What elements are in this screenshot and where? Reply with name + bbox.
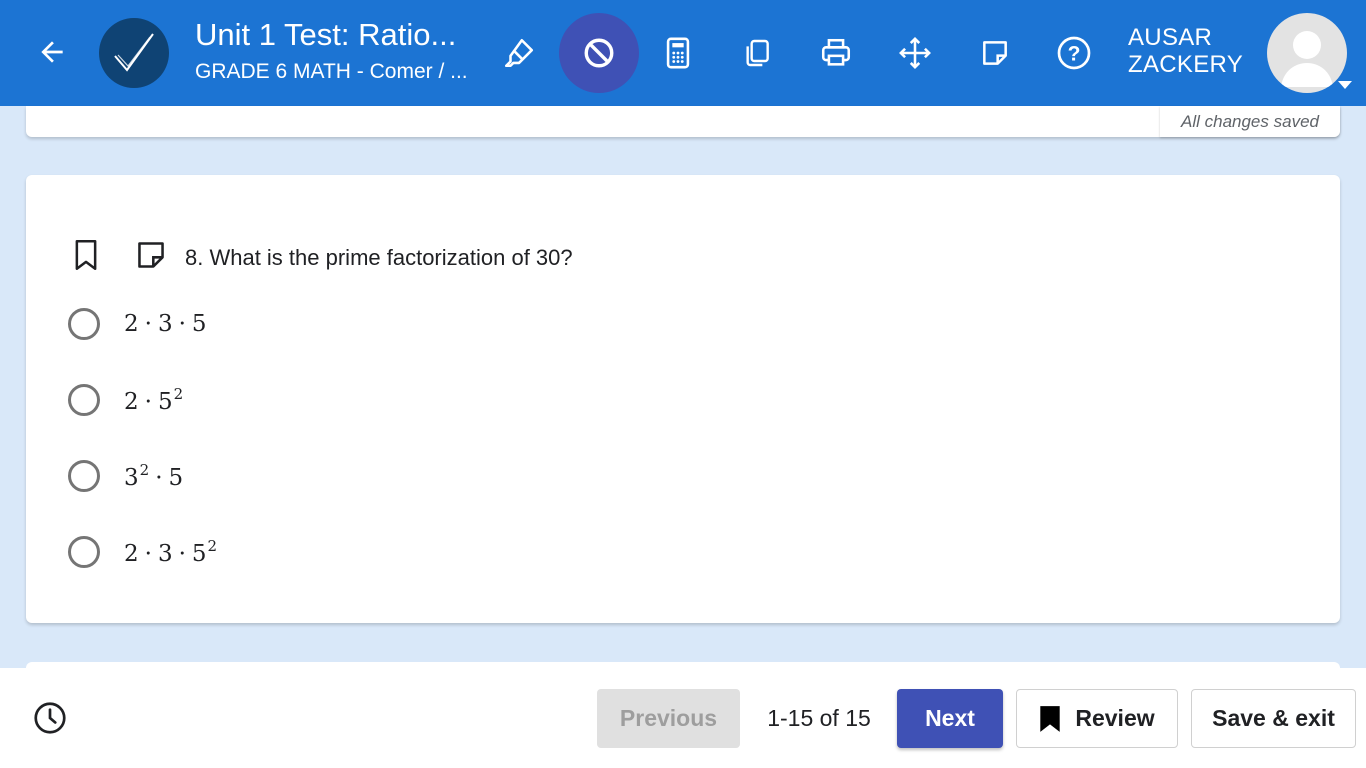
- highlighter-icon: [504, 38, 534, 68]
- save-exit-button[interactable]: Save & exit: [1191, 689, 1356, 748]
- radio-button[interactable]: [68, 384, 100, 416]
- print-icon: [821, 38, 851, 66]
- review-button[interactable]: Review: [1016, 689, 1178, 748]
- bottom-bar: Previous 1-15 of 15 Next Review Save & e…: [0, 668, 1366, 768]
- copy-button[interactable]: [724, 20, 790, 86]
- previous-button[interactable]: Previous: [597, 689, 740, 748]
- option-expression: 2 · 3 · 5: [124, 311, 207, 337]
- test-subtitle: GRADE 6 MATH - Comer / ...: [195, 60, 468, 83]
- help-icon: ?: [1057, 36, 1091, 70]
- help-button[interactable]: ?: [1041, 20, 1107, 86]
- highlighter-button[interactable]: [486, 20, 552, 86]
- test-title-block: Unit 1 Test: Ratio... GRADE 6 MATH - Com…: [195, 16, 485, 86]
- question-text: 8. What is the prime factorization of 30…: [185, 245, 573, 270]
- bookmark-filled-icon: [1040, 705, 1061, 732]
- bookmark-icon[interactable]: [72, 239, 100, 271]
- option-expression: 2 · 3 · 52: [124, 537, 218, 567]
- answer-option-3[interactable]: 32 · 5: [68, 456, 668, 496]
- option-expression: 32 · 5: [124, 461, 184, 491]
- answer-option-1[interactable]: 2 · 3 · 5: [68, 304, 668, 344]
- answer-option-4[interactable]: 2 · 3 · 52: [68, 532, 668, 572]
- user-avatar-icon: [1281, 31, 1333, 87]
- answer-eliminator-icon: [584, 38, 614, 68]
- move-icon: [899, 37, 931, 69]
- user-last-name: ZACKERY: [1128, 51, 1244, 78]
- save-status: All changes saved: [1160, 106, 1340, 137]
- question-card: 8. What is the prime factorization of 30…: [26, 175, 1340, 623]
- next-button[interactable]: Next: [897, 689, 1003, 748]
- checkmark-icon: [114, 33, 154, 72]
- note-icon[interactable]: [136, 241, 166, 269]
- sticky-note-icon: [983, 41, 1007, 65]
- option-expression: 2 · 52: [124, 385, 184, 415]
- radio-button[interactable]: [68, 308, 100, 340]
- test-title: Unit 1 Test: Ratio...: [195, 17, 457, 52]
- answer-option-2[interactable]: 2 · 52: [68, 380, 668, 420]
- page-count: 1-15 of 15: [767, 705, 871, 731]
- print-button[interactable]: [803, 20, 869, 86]
- review-label: Review: [1075, 705, 1155, 731]
- move-button[interactable]: [882, 20, 948, 86]
- back-arrow-icon[interactable]: [32, 32, 72, 72]
- radio-button[interactable]: [68, 536, 100, 568]
- top-bar: Unit 1 Test: Ratio... GRADE 6 MATH - Com…: [0, 0, 1366, 106]
- radio-button[interactable]: [68, 460, 100, 492]
- avatar[interactable]: [1267, 13, 1347, 93]
- user-name: AUSAR ZACKERY: [1128, 24, 1243, 78]
- account-menu-caret-icon[interactable]: [1338, 81, 1352, 89]
- sticky-note-button[interactable]: [962, 20, 1028, 86]
- svg-text:?: ?: [1068, 43, 1081, 66]
- app-logo: [99, 18, 169, 88]
- calculator-icon: [666, 37, 690, 69]
- previous-question-card: All changes saved: [26, 106, 1340, 137]
- user-first-name: AUSAR: [1128, 24, 1213, 51]
- calculator-button[interactable]: [645, 20, 711, 86]
- copy-icon: [746, 39, 769, 67]
- answer-eliminator-button[interactable]: [559, 13, 639, 93]
- clock-icon[interactable]: [32, 700, 68, 736]
